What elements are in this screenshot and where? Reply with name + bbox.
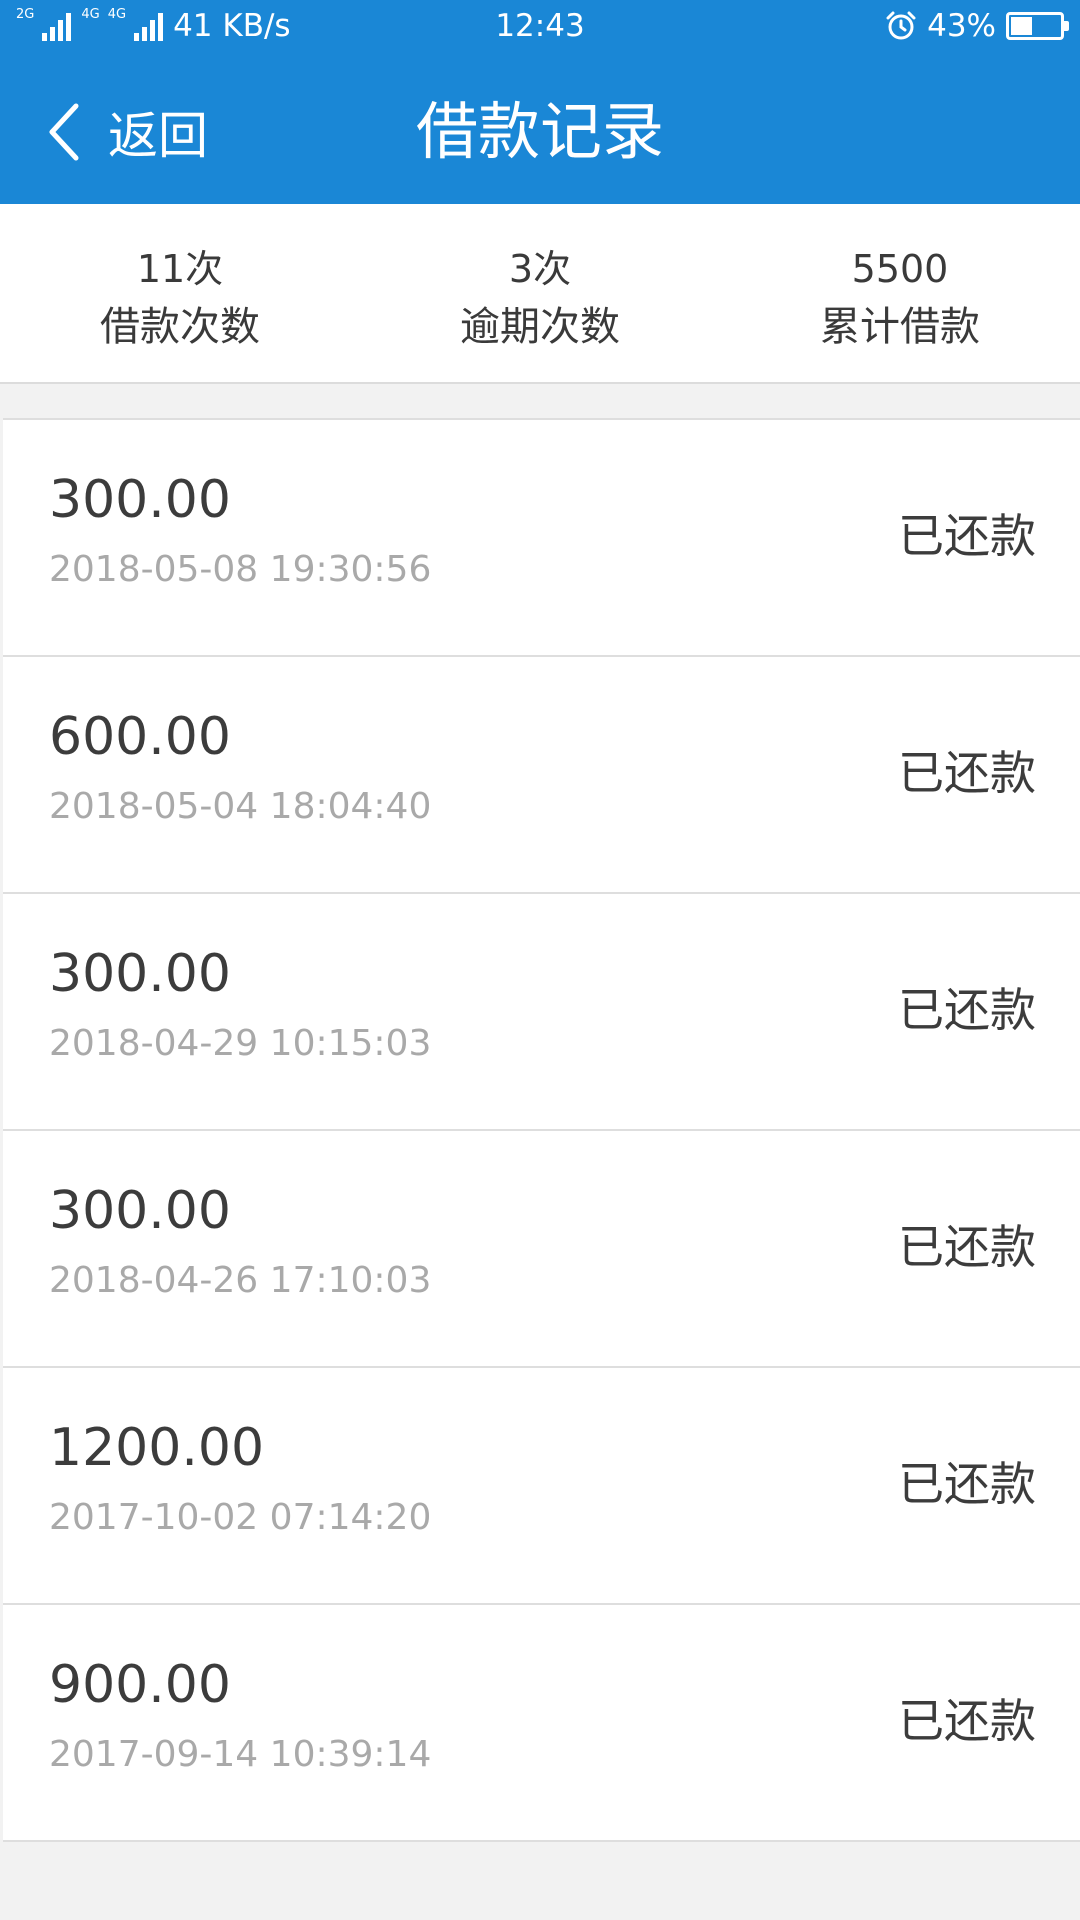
loan-summary: 11次 借款次数 3次 逾期次数 5500 累计借款 [0,204,1080,384]
app-header: 2G 4G 4G 41 KB/s 12:43 43% 返回 借款记录 [0,0,1080,204]
record-amount: 600.00 [49,707,231,767]
loan-record-row[interactable]: 600.00 2018-05-04 18:04:40 已还款 [3,657,1080,894]
loan-record-row[interactable]: 1200.00 2017-10-02 07:14:20 已还款 [3,1368,1080,1605]
record-status: 已还款 [898,1694,1036,1748]
record-status: 已还款 [898,1457,1036,1511]
record-amount: 1200.00 [49,1418,265,1478]
record-amount: 300.00 [49,470,231,530]
battery-icon [1006,12,1069,40]
record-status: 已还款 [898,509,1036,563]
record-time: 2017-10-02 07:14:20 [49,1497,432,1538]
record-time: 2018-04-29 10:15:03 [49,1023,432,1064]
stat-overdue-count: 3次 逾期次数 [360,204,720,382]
record-time: 2017-09-14 10:39:14 [49,1734,432,1775]
loan-record-row[interactable]: 900.00 2017-09-14 10:39:14 已还款 [3,1605,1080,1842]
loan-record-row[interactable]: 300.00 2018-04-29 10:15:03 已还款 [3,894,1080,1131]
stat-total-borrowed: 5500 累计借款 [720,204,1080,382]
stat-label: 逾期次数 [460,304,620,350]
stat-loan-count: 11次 借款次数 [0,204,360,382]
battery-percent: 43% [927,8,996,44]
record-time: 2018-05-08 19:30:56 [49,549,432,590]
title-bar: 返回 借款记录 [0,56,1080,204]
status-right: 43% [885,8,1069,44]
alarm-icon [886,11,916,40]
record-time: 2018-04-26 17:10:03 [49,1260,432,1301]
loan-record-row[interactable]: 300.00 2018-05-08 19:30:56 已还款 [3,420,1080,657]
stat-value: 3次 [508,247,572,291]
record-status: 已还款 [898,1220,1036,1274]
stat-label: 累计借款 [820,304,980,350]
record-amount: 900.00 [49,1655,231,1715]
battery-fill [1011,17,1032,35]
record-amount: 300.00 [49,944,231,1004]
record-status: 已还款 [898,746,1036,800]
loan-record-list: 300.00 2018-05-08 19:30:56 已还款 600.00 20… [3,418,1080,1842]
loan-record-row[interactable]: 300.00 2018-04-26 17:10:03 已还款 [3,1131,1080,1368]
page-title: 借款记录 [415,95,664,168]
stat-value: 11次 [136,247,224,291]
stat-value: 5500 [851,247,949,291]
record-amount: 300.00 [49,1181,231,1241]
record-time: 2018-05-04 18:04:40 [49,786,432,827]
status-bar: 2G 4G 4G 41 KB/s 12:43 43% [0,0,1080,56]
stat-label: 借款次数 [100,304,260,350]
record-status: 已还款 [898,983,1036,1037]
